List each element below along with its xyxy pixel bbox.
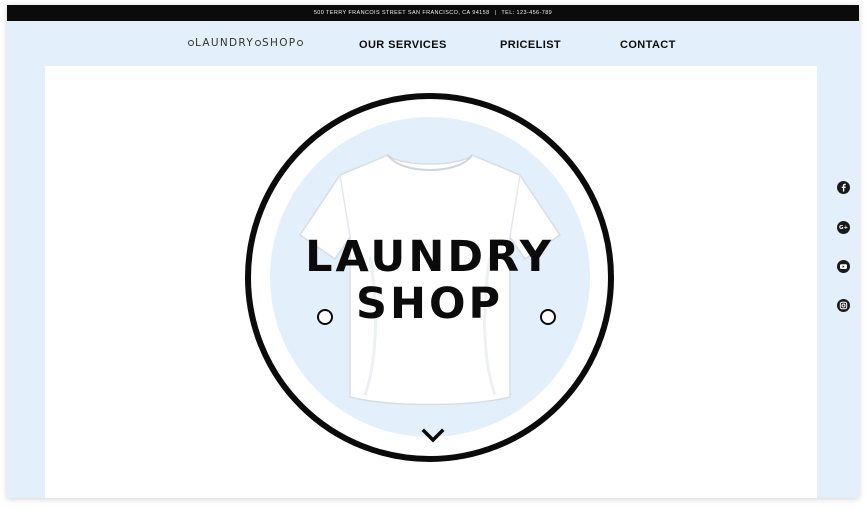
hero-title-line2: SHOP xyxy=(355,279,504,329)
site-header: LAUNDRY SHOP OUR SERVICES PRICELIST CONT… xyxy=(7,21,859,66)
google-plus-glyph: G+ xyxy=(838,224,849,231)
decorative-circle-right xyxy=(540,309,556,325)
hero-title-line1: LAUNDRY xyxy=(305,232,554,282)
logo-dot xyxy=(255,40,262,46)
site-frame: 500 TERRY FRANCOIS STREET SAN FRANCISCO,… xyxy=(7,5,859,498)
phone-text: TEL: 123-456-789 xyxy=(501,10,553,16)
nav-link-our-services[interactable]: OUR SERVICES xyxy=(359,39,447,51)
contact-info-bar: 500 TERRY FRANCOIS STREET SAN FRANCISCO,… xyxy=(7,5,859,21)
contact-separator: | xyxy=(494,10,497,16)
chevron-down-icon[interactable] xyxy=(421,428,445,444)
logo-dot xyxy=(297,40,304,46)
logo-text-shop: SHOP xyxy=(262,37,297,49)
decorative-circle-left xyxy=(317,309,333,325)
google-plus-icon[interactable]: G+ xyxy=(837,221,850,234)
facebook-icon[interactable] xyxy=(837,181,850,194)
site-logo[interactable]: LAUNDRY SHOP xyxy=(187,37,304,49)
nav-link-contact[interactable]: CONTACT xyxy=(620,39,676,51)
hero-panel: LAUNDRY SHOP xyxy=(45,66,817,498)
logo-dot xyxy=(188,40,194,46)
address-text: 500 TERRY FRANCOIS STREET SAN FRANCISCO,… xyxy=(313,10,490,16)
hero-title: LAUNDRY SHOP xyxy=(245,236,614,326)
instagram-icon[interactable] xyxy=(837,299,850,312)
youtube-icon[interactable] xyxy=(837,260,850,273)
logo-text-laundry: LAUNDRY xyxy=(195,37,255,49)
nav-link-pricelist[interactable]: PRICELIST xyxy=(500,39,561,51)
